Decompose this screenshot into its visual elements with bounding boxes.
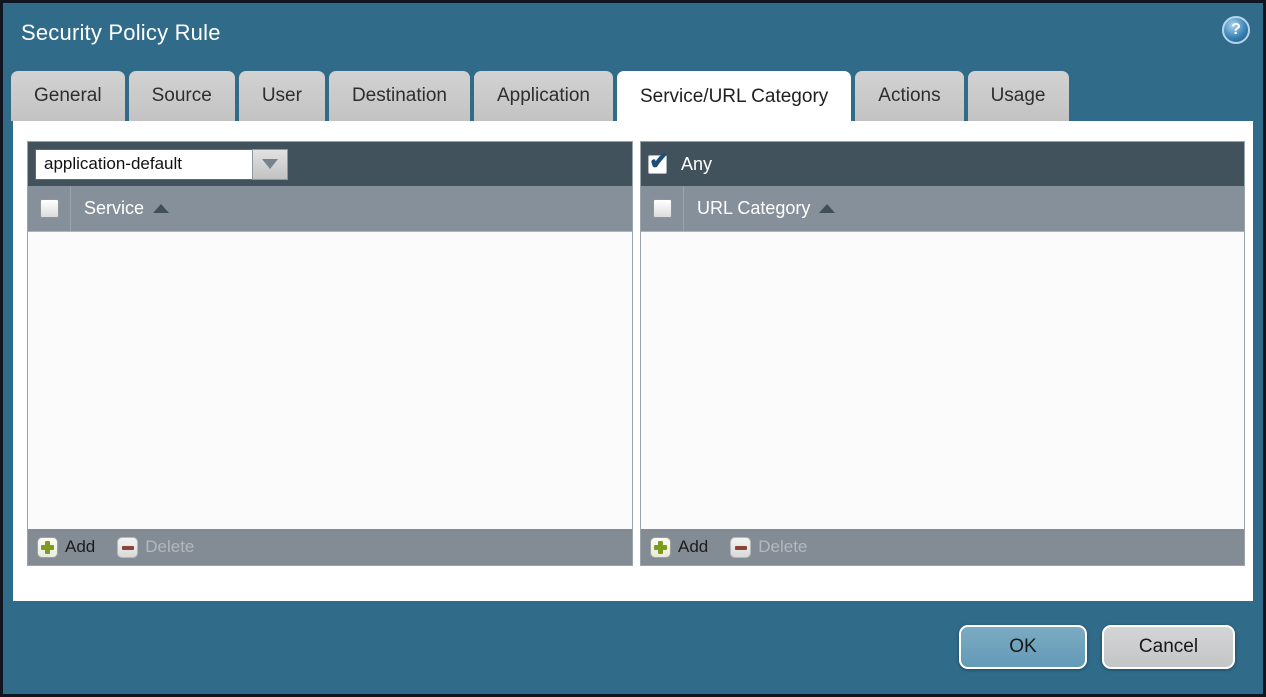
url-category-grid-footer: Add Delete <box>641 529 1244 565</box>
plus-icon <box>650 537 671 558</box>
add-button-label: Add <box>65 537 95 557</box>
service-delete-button[interactable]: Delete <box>117 537 194 558</box>
tab-user[interactable]: User <box>239 71 325 121</box>
url-category-grid-header: URL Category <box>641 186 1244 232</box>
minus-icon <box>730 537 751 558</box>
url-category-grid-body[interactable] <box>641 232 1244 529</box>
tab-general[interactable]: General <box>11 71 125 121</box>
cancel-button[interactable]: Cancel <box>1102 625 1235 669</box>
delete-button-label: Delete <box>145 537 194 557</box>
tab-application[interactable]: Application <box>474 71 613 121</box>
tab-source[interactable]: Source <box>129 71 235 121</box>
url-category-column-header[interactable]: URL Category <box>697 198 835 219</box>
help-icon[interactable]: ? <box>1222 16 1250 44</box>
service-type-dropdown-button[interactable] <box>252 149 288 180</box>
url-category-column-label: URL Category <box>697 198 810 219</box>
service-type-combobox <box>35 149 288 180</box>
url-category-add-button[interactable]: Add <box>650 537 708 558</box>
tab-content-area: Service Add Delete Any URL <box>13 121 1253 601</box>
service-grid-body[interactable] <box>28 232 632 529</box>
service-grid-header: Service <box>28 186 632 232</box>
url-category-select-all-cell <box>641 186 684 231</box>
service-type-input[interactable] <box>35 149 252 180</box>
service-column-label: Service <box>84 198 144 219</box>
service-column-header[interactable]: Service <box>84 198 169 219</box>
tab-bar: General Source User Destination Applicat… <box>11 71 1255 121</box>
tab-service-url-category[interactable]: Service/URL Category <box>617 71 851 123</box>
any-checkbox-label: Any <box>681 154 712 175</box>
tab-destination[interactable]: Destination <box>329 71 470 121</box>
tab-actions[interactable]: Actions <box>855 71 963 121</box>
url-category-delete-button[interactable]: Delete <box>730 537 807 558</box>
service-select-all-cell <box>28 186 71 231</box>
plus-icon <box>37 537 58 558</box>
service-select-all-checkbox[interactable] <box>40 199 59 218</box>
chevron-down-icon <box>262 159 278 169</box>
sort-ascending-icon <box>819 204 835 213</box>
minus-icon <box>117 537 138 558</box>
service-toolbar <box>28 142 632 186</box>
delete-button-label: Delete <box>758 537 807 557</box>
dialog-titlebar: Security Policy Rule ? <box>3 3 1263 65</box>
add-button-label: Add <box>678 537 708 557</box>
url-category-panel: Any URL Category Add Delete <box>640 141 1245 566</box>
tab-usage[interactable]: Usage <box>968 71 1069 121</box>
url-category-toolbar: Any <box>641 142 1244 186</box>
sort-ascending-icon <box>153 204 169 213</box>
service-panel: Service Add Delete <box>27 141 633 566</box>
any-checkbox[interactable] <box>648 155 667 174</box>
url-category-select-all-checkbox[interactable] <box>653 199 672 218</box>
ok-button[interactable]: OK <box>959 625 1087 669</box>
service-add-button[interactable]: Add <box>37 537 95 558</box>
service-grid-footer: Add Delete <box>28 529 632 565</box>
dialog-title: Security Policy Rule <box>21 20 221 46</box>
